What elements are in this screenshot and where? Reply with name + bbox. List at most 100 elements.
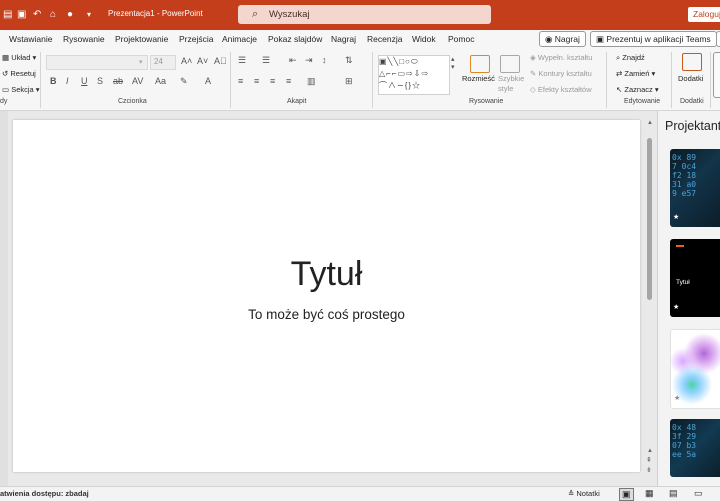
text-direction-icon[interactable]: ⇅ bbox=[345, 55, 353, 66]
autosave-icon[interactable]: ▤ bbox=[3, 8, 12, 22]
reset-button[interactable]: ↺ Resetuj bbox=[2, 69, 36, 78]
vertical-scrollbar[interactable]: ▲ ▲ ⇞ ⇟ bbox=[646, 118, 654, 480]
bullets-icon[interactable]: ☰ bbox=[238, 55, 246, 66]
underline-icon[interactable]: U bbox=[81, 76, 88, 86]
smartart-icon[interactable]: ⊞ bbox=[345, 76, 353, 87]
shapes-gallery[interactable]: ▣╲╲□○⬭ △⌐⌐▭⇨⇩⇨ ⌒∧∼{}☆ bbox=[378, 55, 450, 95]
layout-icon: ▦ bbox=[2, 53, 10, 62]
accessibility-status[interactable]: atwienia dostępu: zbadaj bbox=[0, 489, 89, 498]
slide-sorter-icon[interactable]: ▦ bbox=[645, 488, 654, 499]
tab-insert[interactable]: Wstawianie bbox=[9, 34, 52, 44]
scroll-up-icon[interactable]: ▲ bbox=[647, 448, 653, 454]
scrollbar-thumb[interactable] bbox=[647, 138, 652, 300]
normal-view-icon[interactable]: ▣ bbox=[619, 488, 634, 501]
tab-draw[interactable]: Rysowanie bbox=[63, 34, 105, 44]
quick-styles-label[interactable]: Szybkie style bbox=[498, 74, 524, 94]
shape-effects-label: Efekty kształtów bbox=[537, 85, 592, 94]
divider bbox=[710, 52, 711, 108]
italic-icon[interactable]: I bbox=[66, 76, 69, 86]
slide-star-icon: ★ bbox=[674, 395, 681, 402]
paragraph-group-label: Akapit bbox=[287, 98, 307, 105]
layout-label: Układ bbox=[11, 53, 31, 62]
select-button[interactable]: ↖ Zaznacz ▾ bbox=[616, 85, 659, 94]
layout-button[interactable]: ▦ Układ ▾ bbox=[2, 53, 36, 62]
design-idea-card[interactable]: ★ bbox=[670, 329, 720, 409]
justify-icon[interactable]: ≡ bbox=[286, 76, 291, 86]
reset-icon: ↺ bbox=[2, 69, 9, 78]
align-center-icon[interactable]: ≡ bbox=[254, 76, 259, 86]
shape-fill-button[interactable]: ◈ Wypełn. kształtu bbox=[530, 53, 592, 62]
bold-icon[interactable]: B bbox=[50, 76, 57, 86]
indent-increase-icon[interactable]: ⇥ bbox=[305, 55, 313, 66]
share-button[interactable] bbox=[716, 31, 720, 47]
replace-button[interactable]: ⇄ Zamień ▾ bbox=[616, 69, 655, 78]
record-icon[interactable]: ● bbox=[67, 8, 73, 22]
arrange-icon[interactable] bbox=[470, 55, 490, 73]
addins-group-label: Dodatki bbox=[680, 98, 704, 105]
increase-font-icon[interactable]: A˄ bbox=[181, 56, 192, 66]
font-size-value: 24 bbox=[154, 57, 163, 66]
addins-button[interactable]: Dodatki bbox=[678, 74, 703, 83]
gallery-scroll-icon[interactable]: ▴ ▾ bbox=[451, 55, 455, 71]
decrease-font-icon[interactable]: A˅ bbox=[197, 56, 208, 66]
addins-icon[interactable] bbox=[682, 53, 702, 71]
slide-canvas[interactable]: Tytuł To może być coś prostego bbox=[13, 120, 640, 472]
redo-icon[interactable]: ⌂ bbox=[50, 8, 56, 22]
design-idea-card[interactable]: Tytuł ★ bbox=[670, 239, 720, 317]
font-color-icon[interactable]: A bbox=[205, 76, 211, 86]
save-icon[interactable]: ▣ bbox=[17, 8, 26, 22]
undo-icon[interactable]: ↶ bbox=[33, 8, 41, 22]
numbering-icon[interactable]: ☰ bbox=[262, 55, 270, 66]
slide-subtitle[interactable]: To może być coś prostego bbox=[13, 307, 640, 322]
shape-effects-button[interactable]: ◇ Efekty kształtów bbox=[530, 85, 592, 94]
tab-transitions[interactable]: Przejścia bbox=[179, 34, 213, 44]
prev-slide-icon[interactable]: ⇞ bbox=[646, 456, 652, 464]
section-button[interactable]: ▭ Sekcja ▾ bbox=[2, 85, 40, 94]
next-slide-icon[interactable]: ⇟ bbox=[646, 466, 652, 474]
search-box[interactable]: ⌕ Wyszukaj bbox=[238, 5, 491, 24]
login-button[interactable]: Zaloguj bbox=[688, 7, 720, 22]
search-icon: ⌕ bbox=[252, 8, 259, 20]
tab-design[interactable]: Projektowanie bbox=[115, 34, 168, 44]
align-right-icon[interactable]: ≡ bbox=[270, 76, 275, 86]
slideshow-view-icon[interactable]: ▭ bbox=[694, 488, 703, 499]
font-name-field[interactable] bbox=[46, 55, 148, 70]
design-idea-card[interactable]: 0x 48 3f 29 07 b3 ee 5a bbox=[670, 419, 720, 477]
present-teams-button[interactable]: ▣ Prezentuj w aplikacji Teams bbox=[590, 31, 717, 47]
case-icon[interactable]: Aa bbox=[155, 76, 166, 86]
slide-title[interactable]: Tytuł bbox=[13, 255, 640, 294]
reading-view-icon[interactable]: ▤ bbox=[669, 488, 678, 499]
cursor-icon: ↖ bbox=[616, 85, 623, 94]
font-size-field[interactable]: 24 bbox=[150, 55, 176, 70]
align-left-icon[interactable]: ≡ bbox=[238, 76, 243, 86]
arrange-label[interactable]: Rozmieść bbox=[462, 74, 495, 83]
find-button[interactable]: ⌕ Znajdź bbox=[616, 53, 645, 63]
design-idea-card[interactable]: 0x 89 7 0c4 f2 18 31 a0 9 e57 ★ bbox=[670, 149, 720, 227]
highlight-icon[interactable]: ✎ bbox=[180, 76, 188, 87]
section-icon: ▭ bbox=[2, 85, 10, 94]
tab-animations[interactable]: Animacje bbox=[222, 34, 257, 44]
tab-record[interactable]: Nagraj bbox=[331, 34, 356, 44]
shape-outline-button[interactable]: ✎ Kontury kształtu bbox=[530, 69, 592, 78]
tab-help[interactable]: Pomoc bbox=[448, 34, 474, 44]
tab-slideshow[interactable]: Pokaz slajdów bbox=[268, 34, 322, 44]
line-spacing-icon[interactable]: ↕ bbox=[322, 55, 327, 65]
strikethrough-icon[interactable]: ab bbox=[113, 76, 123, 86]
notes-icon: ≙ bbox=[568, 489, 575, 498]
quick-styles-icon[interactable] bbox=[500, 55, 520, 73]
record-button[interactable]: ◉ Nagraj bbox=[539, 31, 586, 47]
spacing-icon[interactable]: AV bbox=[132, 76, 143, 86]
tab-view[interactable]: Widok bbox=[412, 34, 436, 44]
designer-button[interactable] bbox=[713, 52, 720, 98]
indent-decrease-icon[interactable]: ⇤ bbox=[289, 55, 297, 66]
notes-button[interactable]: ≙ Notatki bbox=[568, 489, 600, 498]
clear-format-icon[interactable]: A⃠ bbox=[214, 56, 227, 66]
divider bbox=[606, 52, 607, 108]
shadow-icon[interactable]: S bbox=[97, 76, 103, 86]
tab-review[interactable]: Recenzja bbox=[367, 34, 402, 44]
scroll-up-icon[interactable]: ▲ bbox=[647, 120, 653, 126]
accent-bar bbox=[676, 245, 684, 247]
columns-icon[interactable]: ▥ bbox=[307, 76, 316, 87]
thumbnail-pane-collapsed[interactable] bbox=[0, 111, 8, 486]
chevron-down-icon[interactable]: ▾ bbox=[87, 8, 91, 22]
